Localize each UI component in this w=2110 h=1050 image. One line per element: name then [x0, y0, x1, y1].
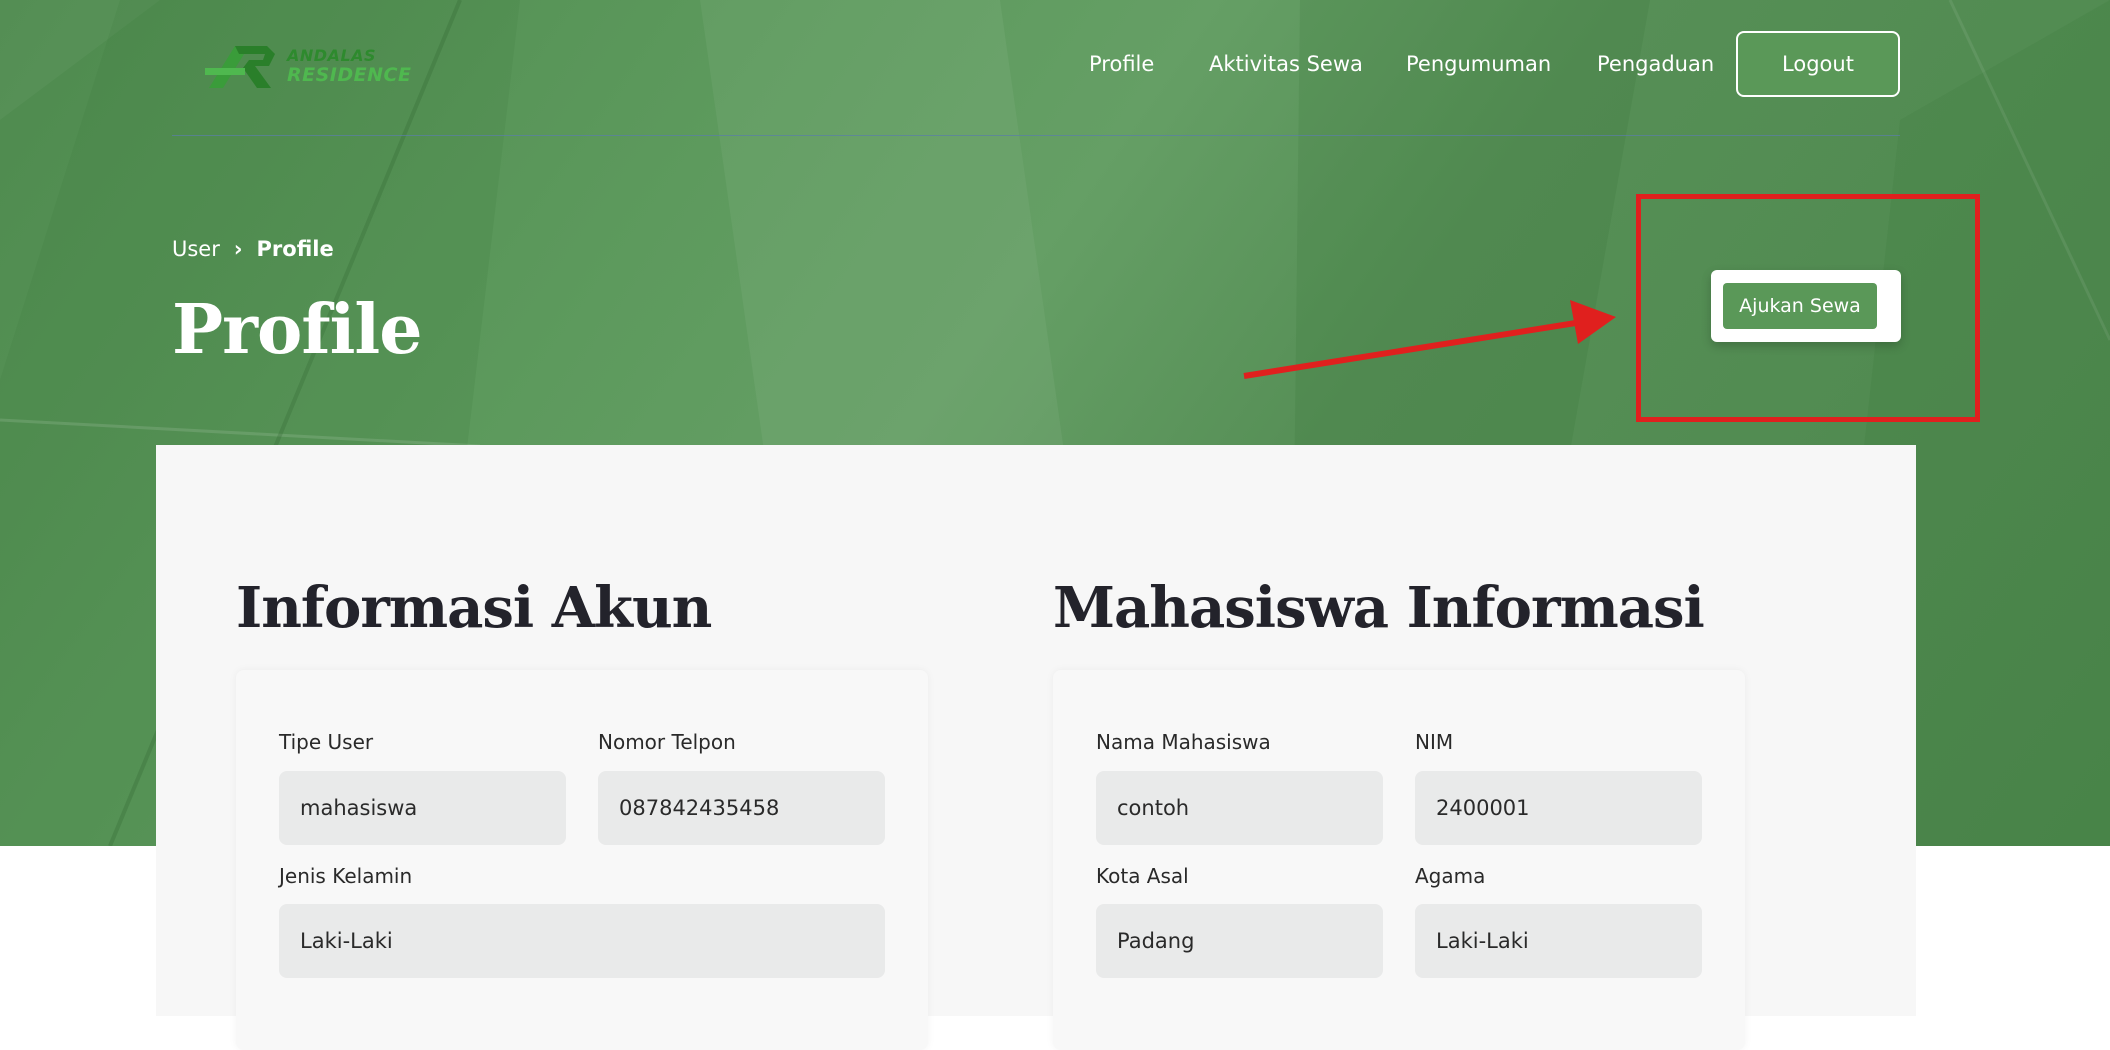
chevron-right-icon: › [233, 237, 243, 261]
student-info-card: Nama Mahasiswa contoh NIM 2400001 Kota A… [1053, 670, 1745, 1050]
section-title-mahasiswa-informasi: Mahasiswa Informasi [1053, 575, 1705, 641]
input-nomor-telpon[interactable]: 087842435458 [598, 771, 885, 845]
andalas-residence-logo[interactable]: ANDALAS RESIDENCE [205, 42, 411, 92]
label-nomor-telpon: Nomor Telpon [598, 730, 736, 754]
header-divider [172, 135, 1900, 136]
profile-content-panel: Informasi Akun Mahasiswa Informasi Tipe … [156, 445, 1916, 1050]
logo-text-residence: RESIDENCE [287, 64, 412, 86]
label-agama: Agama [1415, 864, 1486, 888]
nav-profile[interactable]: Profile [1089, 52, 1154, 76]
label-nama-mahasiswa: Nama Mahasiswa [1096, 730, 1271, 754]
logo-text-andalas: ANDALAS [287, 46, 377, 65]
nav-pengumuman[interactable]: Pengumuman [1406, 52, 1551, 76]
input-kota-asal[interactable]: Padang [1096, 904, 1383, 978]
label-nim: NIM [1415, 730, 1454, 754]
account-info-card: Tipe User mahasiswa Nomor Telpon 0878424… [236, 670, 928, 1050]
logo-mark-icon [205, 46, 275, 88]
section-title-informasi-akun: Informasi Akun [236, 575, 712, 641]
label-kota-asal: Kota Asal [1096, 864, 1189, 888]
breadcrumb-user[interactable]: User [172, 237, 220, 261]
nav-pengaduan[interactable]: Pengaduan [1597, 52, 1714, 76]
nav-aktivitas-sewa[interactable]: Aktivitas Sewa [1209, 52, 1363, 76]
label-tipe-user: Tipe User [279, 730, 374, 754]
logout-button[interactable]: Logout [1736, 31, 1900, 97]
label-jenis-kelamin: Jenis Kelamin [279, 864, 413, 888]
input-nama-mahasiswa[interactable]: contoh [1096, 771, 1383, 845]
input-tipe-user[interactable]: mahasiswa [279, 771, 566, 845]
annotation-highlight-box [1636, 194, 1980, 422]
page-title: Profile [172, 290, 422, 370]
breadcrumb-current: Profile [256, 237, 334, 261]
breadcrumb: User › Profile [172, 237, 334, 261]
input-jenis-kelamin[interactable]: Laki-Laki [279, 904, 885, 978]
input-agama[interactable]: Laki-Laki [1415, 904, 1702, 978]
input-nim[interactable]: 2400001 [1415, 771, 1702, 845]
